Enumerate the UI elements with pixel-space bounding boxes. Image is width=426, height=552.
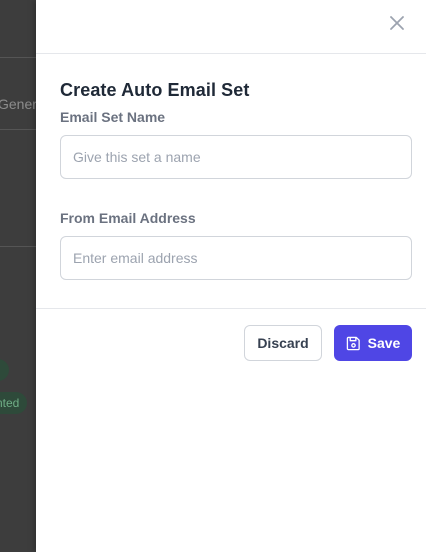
from-email-address-input[interactable] bbox=[60, 236, 412, 280]
email-set-name-input[interactable] bbox=[60, 135, 412, 179]
background-tab-label: Gener bbox=[0, 96, 37, 112]
background-divider bbox=[0, 57, 36, 58]
discard-button[interactable]: Discard bbox=[244, 325, 322, 361]
background-divider bbox=[0, 246, 36, 247]
close-button[interactable] bbox=[387, 13, 407, 33]
header-divider bbox=[36, 53, 426, 54]
from-email-address-label: From Email Address bbox=[60, 210, 196, 226]
background-divider bbox=[0, 129, 36, 130]
background-status-badge: d bbox=[0, 359, 9, 381]
save-button[interactable]: Save bbox=[334, 325, 412, 361]
footer-divider bbox=[36, 308, 426, 309]
email-set-name-label: Email Set Name bbox=[60, 109, 166, 125]
close-icon bbox=[390, 16, 404, 30]
floppy-disk-icon bbox=[346, 336, 360, 350]
drawer-title: Create Auto Email Set bbox=[60, 80, 250, 100]
save-button-label: Save bbox=[367, 335, 401, 351]
background-status-badge: nted bbox=[0, 392, 28, 414]
create-email-set-drawer: Create Auto Email Set Email Set Name Fro… bbox=[36, 0, 426, 552]
